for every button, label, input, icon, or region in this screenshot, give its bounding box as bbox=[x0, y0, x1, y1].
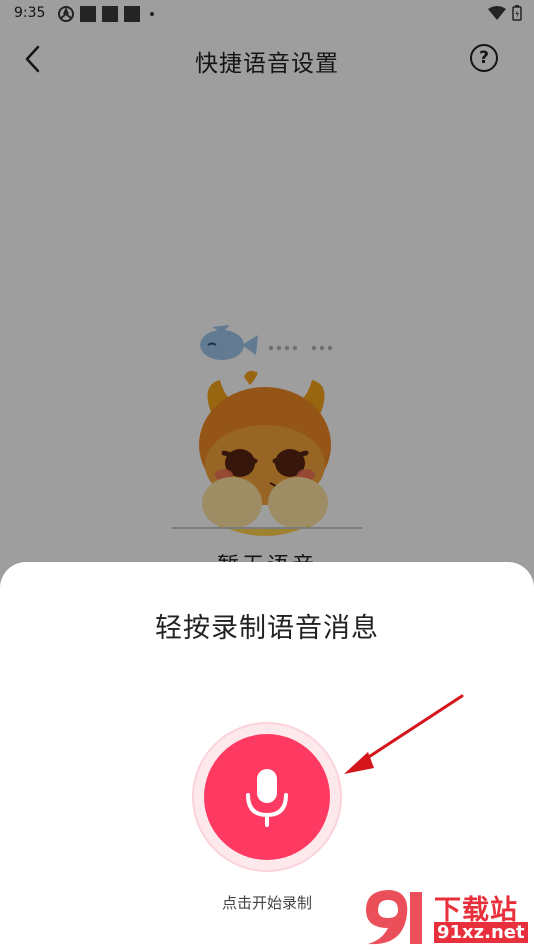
app-screen: 9:35 快捷语音设置 ? 轻按录制语音消息 点击开始录制 下载站 91xz.n… bbox=[0, 0, 534, 950]
watermark-logo-icon bbox=[366, 890, 422, 945]
microphone-icon bbox=[246, 769, 288, 827]
annotation-arrow-icon bbox=[344, 694, 464, 774]
watermark-domain: 91xz.net bbox=[434, 922, 528, 943]
record-button[interactable] bbox=[204, 734, 330, 860]
site-watermark: 下载站 91xz.net bbox=[360, 884, 534, 950]
sheet-title: 轻按录制语音消息 bbox=[155, 613, 379, 644]
